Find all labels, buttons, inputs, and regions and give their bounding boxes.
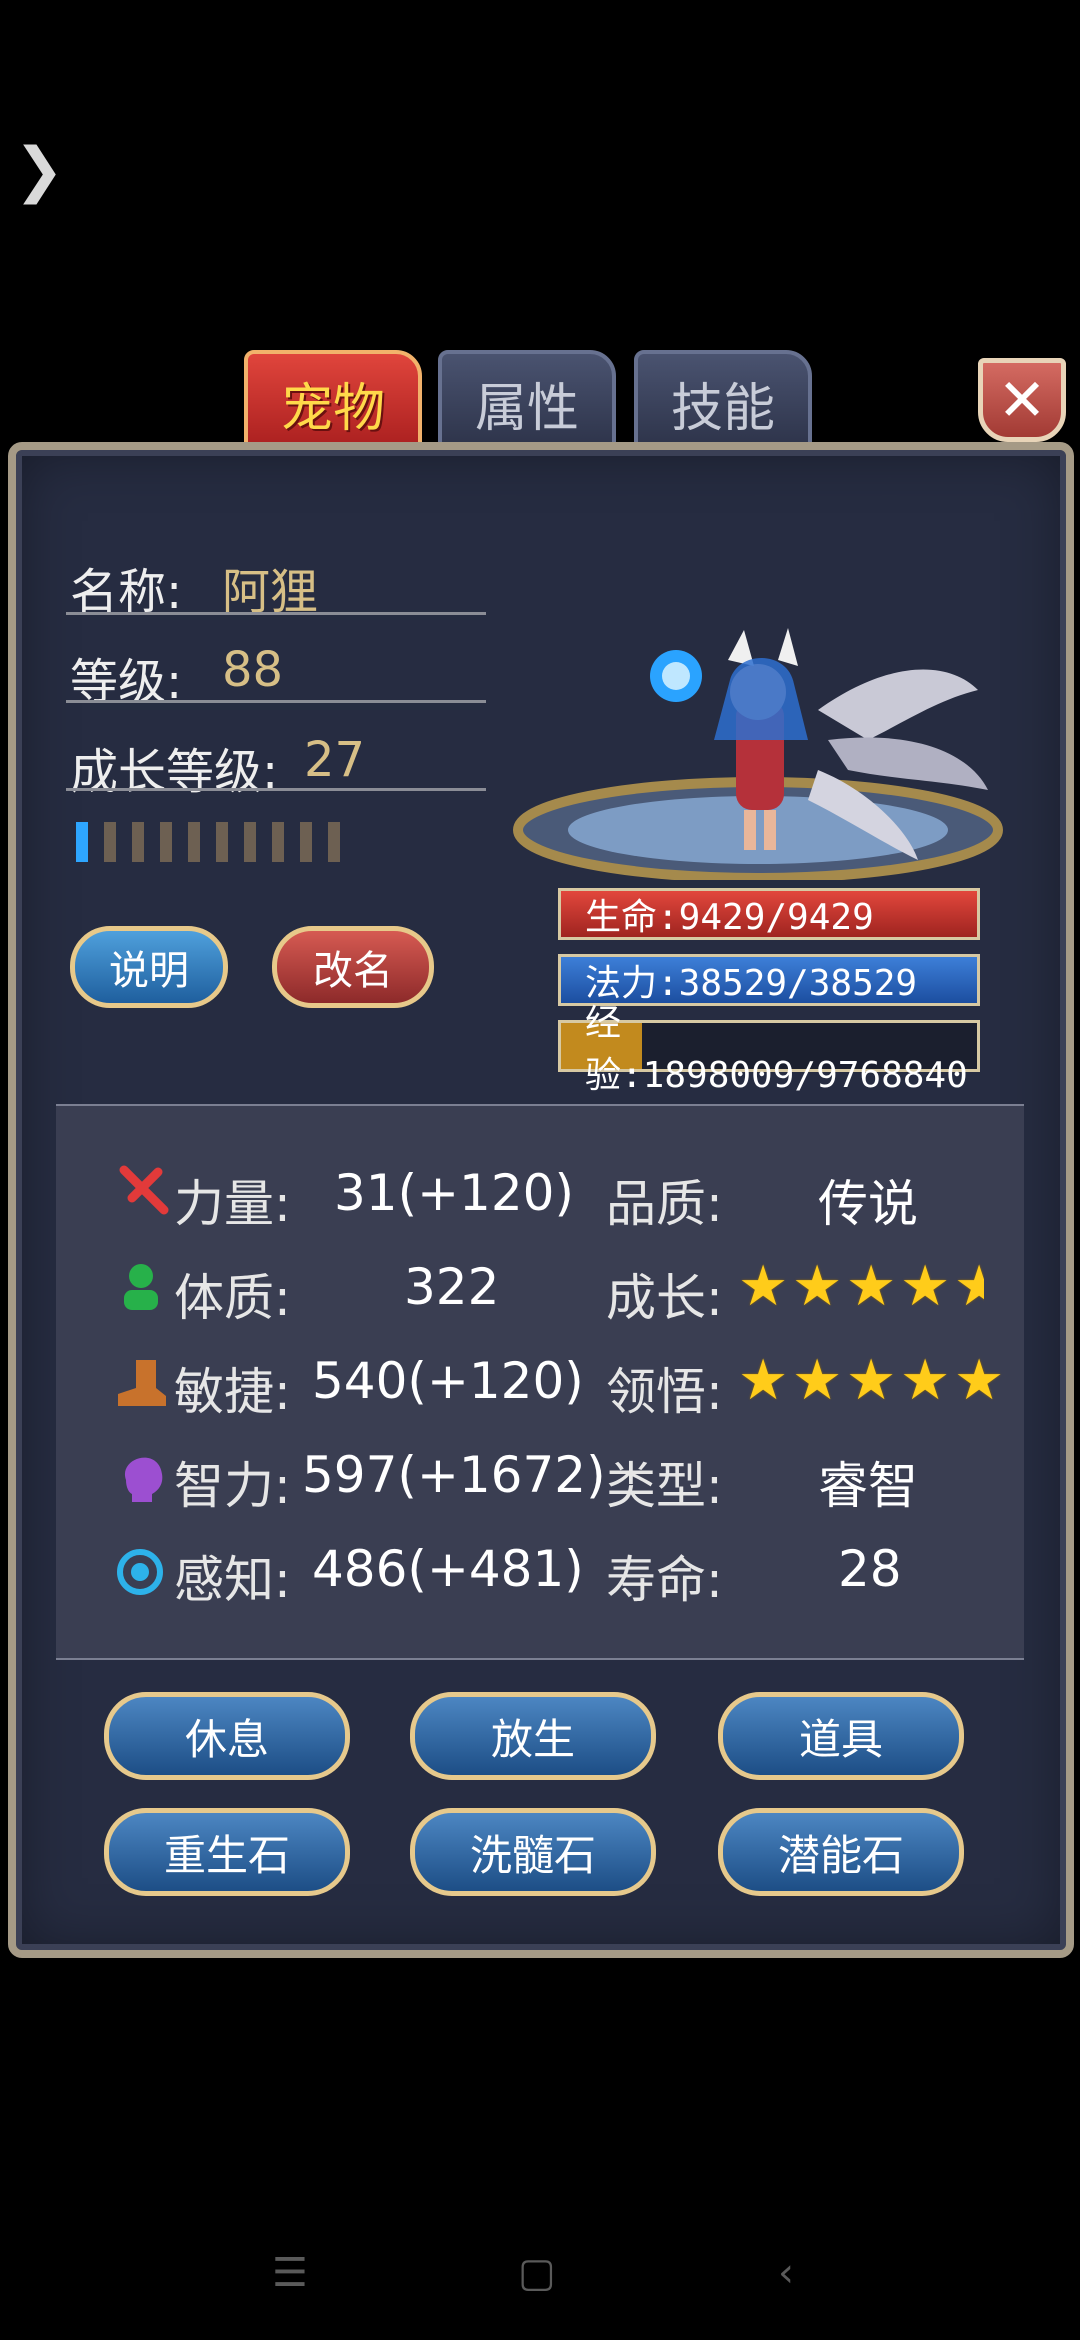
close-button[interactable]: ✕ [978, 358, 1066, 442]
hp-text: 生命:9429/9429 [585, 897, 874, 938]
back-chevron-icon[interactable]: ❯ [14, 140, 64, 200]
intellect-value: 597(+1672) [302, 1446, 606, 1504]
quality-value: 传说 [818, 1175, 918, 1233]
strength-label: 力量: [174, 1175, 291, 1233]
star-icon: ★ [792, 1348, 843, 1413]
perception-label: 感知: [174, 1551, 291, 1609]
tab-skills[interactable]: 技能 [634, 350, 812, 456]
quality-label: 品质: [606, 1175, 723, 1233]
star-icon: ★ [738, 1254, 789, 1319]
growth-segment [132, 822, 144, 862]
intellect-label: 智力: [174, 1457, 291, 1515]
pet-level: 88 [222, 642, 284, 698]
divider [66, 788, 486, 791]
star-icon: ★ [738, 1348, 789, 1413]
items-button[interactable]: 道具 [718, 1692, 964, 1780]
rebirth-stone-button[interactable]: 重生石 [104, 1808, 350, 1896]
tab-pet[interactable]: 宠物 [244, 350, 422, 456]
divider [66, 612, 486, 615]
agility-icon [118, 1360, 166, 1406]
growth-level-value: 27 [304, 732, 366, 788]
growth-segment [272, 822, 284, 862]
star-icon: ★ [900, 1348, 951, 1413]
lifespan-label: 寿命: [606, 1551, 723, 1609]
growth-stars-label: 成长: [606, 1269, 723, 1327]
agility-label: 敏捷: [174, 1363, 291, 1421]
strength-icon [119, 1165, 169, 1215]
tab-attributes[interactable]: 属性 [438, 350, 616, 456]
insight-label: 领悟: [606, 1363, 723, 1421]
constitution-icon [124, 1264, 158, 1310]
intellect-icon [124, 1457, 163, 1502]
growth-segment [188, 822, 200, 862]
rename-button[interactable]: 改名 [272, 926, 434, 1008]
close-icon: ✕ [997, 366, 1047, 434]
star-icon: ★ [954, 1254, 984, 1319]
exp-text: 经验:1898009/9768840 [585, 1003, 968, 1096]
explain-button[interactable]: 说明 [70, 926, 228, 1008]
potential-stone-button[interactable]: 潜能石 [718, 1808, 964, 1896]
back-icon[interactable]: ‹ [778, 2250, 794, 2296]
rest-button[interactable]: 休息 [104, 1692, 350, 1780]
lifespan-value: 28 [838, 1540, 902, 1598]
growth-segment [160, 822, 172, 862]
star-icon: ★ [792, 1254, 843, 1319]
star-icon: ★ [846, 1348, 897, 1413]
growth-segment [104, 822, 116, 862]
release-button[interactable]: 放生 [410, 1692, 656, 1780]
star-icon: ★ [954, 1348, 1005, 1413]
constitution-value: 322 [404, 1258, 500, 1316]
divider [66, 700, 486, 703]
growth-segment [328, 822, 340, 862]
growth-level-label: 成长等级: [70, 744, 279, 800]
exp-bar: 经验:1898009/9768840 [558, 1003, 980, 1096]
home-icon[interactable]: ▢ [518, 2250, 556, 2296]
type-value: 睿智 [818, 1457, 918, 1515]
growth-segment [216, 822, 228, 862]
star-icon: ★ [900, 1254, 951, 1319]
menu-icon[interactable]: ☰ [272, 2250, 308, 2296]
agility-value: 540(+120) [312, 1352, 584, 1410]
hp-bar: 生命:9429/9429 [558, 888, 980, 940]
pet-portrait [513, 628, 1003, 880]
perception-icon [117, 1549, 163, 1595]
cleanse-stone-button[interactable]: 洗髓石 [410, 1808, 656, 1896]
growth-segment [300, 822, 312, 862]
perception-value: 486(+481) [312, 1540, 584, 1598]
star-icon: ★ [846, 1254, 897, 1319]
type-label: 类型: [606, 1457, 723, 1515]
strength-value: 31(+120) [334, 1164, 574, 1222]
growth-segment [244, 822, 256, 862]
growth-segment [76, 822, 88, 862]
constitution-label: 体质: [174, 1269, 291, 1327]
